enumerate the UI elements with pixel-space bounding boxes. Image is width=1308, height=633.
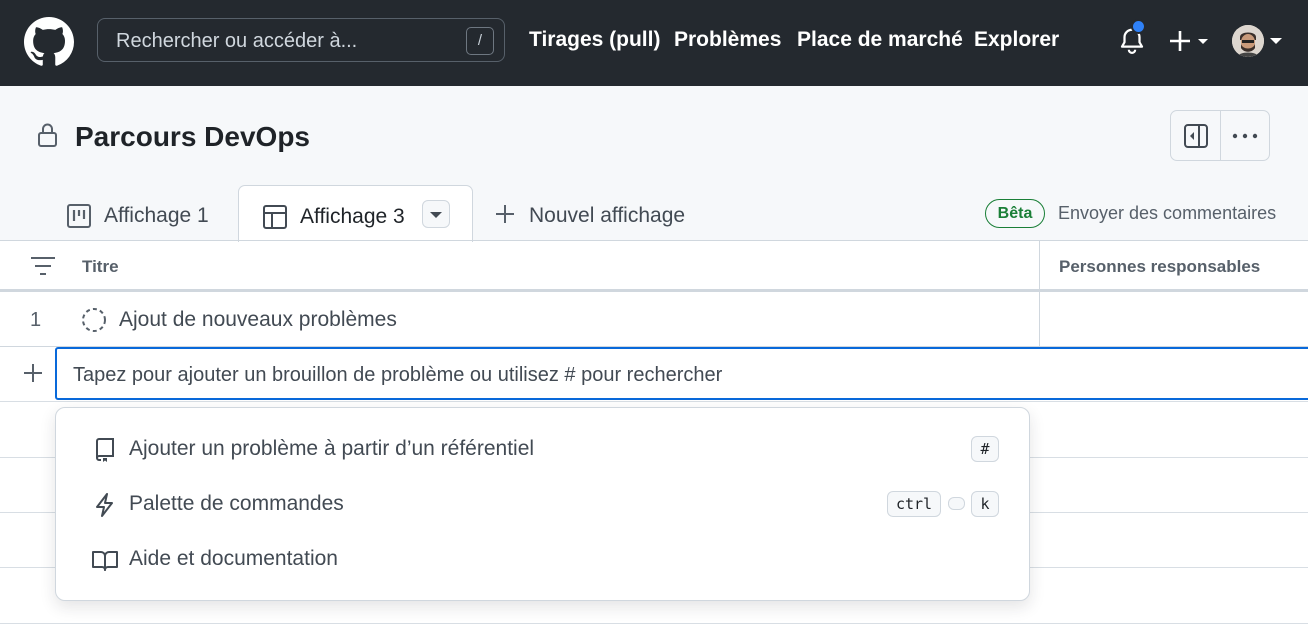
user-menu[interactable] [1232, 25, 1284, 57]
menu-item-label: Palette de commandes [129, 492, 344, 515]
lock-icon [36, 122, 60, 148]
more-options-icon[interactable] [1231, 123, 1259, 149]
draft-issue-icon [81, 307, 107, 333]
filter-icon[interactable] [30, 255, 56, 277]
menu-item-label: Aide et documentation [129, 547, 338, 570]
tab-label: Nouvel affichage [529, 204, 686, 227]
menu-item-help-docs[interactable]: Aide et documentation [56, 535, 1029, 585]
column-header-title[interactable]: Titre [82, 257, 119, 277]
add-item-placeholder: Tapez pour ajouter un brouillon de probl… [73, 364, 723, 386]
search-placeholder: Rechercher ou accéder à... [116, 30, 358, 52]
divider [0, 240, 1308, 241]
add-item-plus-icon[interactable] [22, 362, 44, 384]
add-item-input[interactable]: Tapez pour ajouter un brouillon de probl… [55, 347, 1308, 400]
repo-icon [92, 437, 118, 463]
row-number: 1 [30, 309, 42, 331]
menu-item-add-from-repository[interactable]: Ajouter un problème à partir d’un référe… [56, 425, 1029, 475]
nav-marketplace[interactable]: Place de marché [797, 28, 963, 52]
row-title[interactable]: Ajout de nouveaux problèmes [119, 308, 397, 332]
tab-label: Affichage 3 [300, 205, 405, 228]
project-title[interactable]: Parcours DevOps [75, 121, 310, 153]
menu-item-label: Ajouter un problème à partir d’un référe… [129, 437, 535, 460]
divider [0, 623, 1308, 624]
menu-item-command-palette[interactable]: Palette de commandes ctrl k [56, 480, 1029, 530]
nav-pull-requests[interactable]: Tirages (pull) [529, 28, 660, 52]
github-logo-icon[interactable] [24, 17, 74, 67]
tab-options-dropdown[interactable] [422, 200, 450, 228]
nav-issues[interactable]: Problèmes [674, 28, 781, 52]
table-icon [262, 204, 288, 230]
search-input[interactable]: Rechercher ou accéder à... / [97, 18, 505, 62]
search-shortcut-key: / [466, 27, 494, 55]
shortcut-separator [948, 497, 965, 510]
divider [1220, 111, 1221, 160]
book-icon [92, 547, 118, 573]
divider [0, 289, 1308, 292]
divider [0, 401, 1308, 402]
shortcut-key: ctrl [887, 491, 941, 517]
shortcut-key: # [971, 436, 999, 462]
avatar [1232, 25, 1264, 57]
shortcut-key: k [971, 491, 999, 517]
tab-affichage-1[interactable]: Affichage 1 [60, 185, 230, 241]
plus-icon [494, 203, 516, 225]
nav-explore[interactable]: Explorer [974, 28, 1059, 52]
notification-indicator [1131, 19, 1146, 34]
global-header: Rechercher ou accéder à... / Tirages (pu… [0, 0, 1308, 86]
add-item-menu: Ajouter un problème à partir d’un référe… [55, 407, 1030, 601]
toggle-side-panel-icon[interactable] [1183, 123, 1209, 149]
tab-affichage-3[interactable]: Affichage 3 [238, 185, 473, 242]
beta-badge: Bêta [985, 199, 1045, 228]
project-actions [1170, 110, 1270, 161]
column-header-assignees[interactable]: Personnes responsables [1059, 257, 1260, 277]
zap-icon [92, 492, 118, 518]
tab-label: Affichage 1 [104, 204, 209, 227]
create-new-dropdown[interactable] [1168, 27, 1212, 55]
send-feedback-link[interactable]: Envoyer des commentaires [1058, 203, 1276, 224]
board-icon [66, 203, 92, 229]
column-divider [1039, 241, 1040, 347]
new-view-button[interactable]: Nouvel affichage [490, 185, 700, 241]
